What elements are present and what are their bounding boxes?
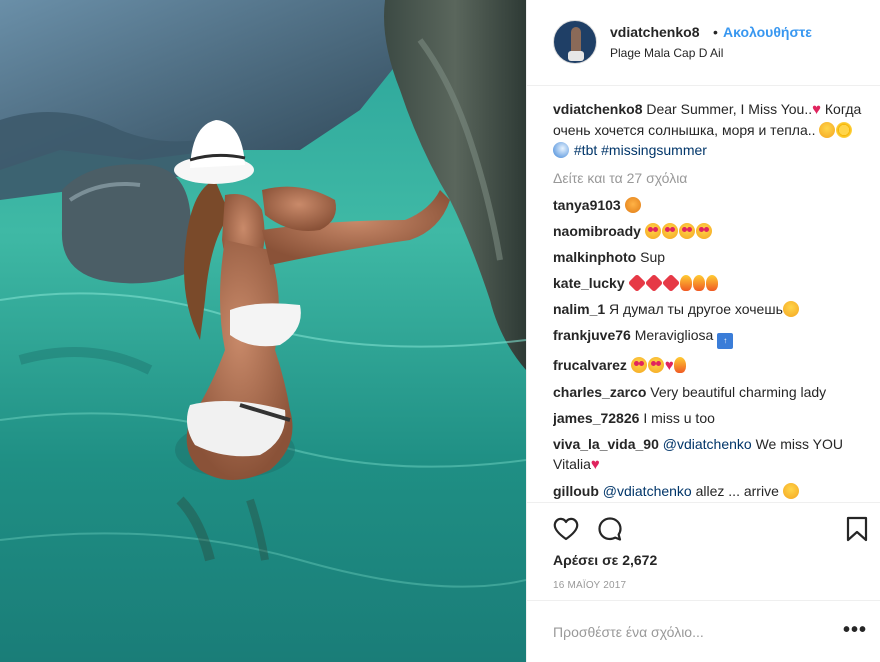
comment-item: gilloub @vdiatchenko allez ... arrive [553, 481, 863, 501]
more-options-icon[interactable]: ••• [843, 619, 867, 642]
comment-item: frucalvarez ♥ [553, 355, 863, 376]
post-date[interactable]: 16 ΜΑΪΟΥ 2017 [553, 580, 626, 591]
heart-eyes-emoji-icon [678, 223, 695, 239]
heart-eyes-emoji-icon [695, 223, 712, 239]
comment-item: kate_lucky [553, 273, 863, 293]
comment-text: Very beautiful charming lady [650, 384, 827, 400]
post-header: vdiatchenko8 • Ακολουθήστε Plage Mala Ca… [527, 0, 880, 86]
photo-image [0, 0, 526, 662]
grinning-sweat-face-emoji-icon [782, 483, 799, 499]
comment-item: nalim_1 Я думал ты другое хочешь [553, 299, 863, 319]
comment-text: Meravigliosa [634, 327, 714, 343]
likes-count[interactable]: Αρέσει σε 2,672 [553, 552, 657, 568]
pensive-face-emoji-icon [819, 122, 836, 138]
comment-item: tanya9103 [553, 195, 863, 215]
caption-hashtags[interactable]: #tbt #missingsummer [574, 142, 707, 158]
comment-username[interactable]: malkinphoto [553, 249, 636, 265]
comment-mention[interactable]: @vdiatchenko [603, 483, 692, 499]
follow-button[interactable]: Ακολουθήστε [723, 24, 812, 40]
top-arrow-emoji-icon: ↑ [717, 333, 734, 349]
fire-emoji-icon [679, 275, 692, 291]
anger-symbol-emoji-icon [627, 273, 646, 293]
fire-emoji-icon [705, 275, 718, 291]
comment-text: Я думал ты другое хочешь [609, 301, 783, 317]
comment-username[interactable]: frankjuve76 [553, 327, 631, 343]
heart-eyes-emoji-icon [661, 223, 678, 239]
avatar-figure-lower [568, 51, 584, 61]
anger-symbol-emoji-icon [644, 273, 663, 293]
comment-item: charles_zarco Very beautiful charming la… [553, 382, 863, 402]
comment-item: viva_la_vida_90 @vdiatchenko We miss YOU… [553, 434, 863, 475]
comment-item: naomibroady [553, 221, 863, 241]
sun-emoji-icon [836, 122, 853, 138]
comment-username[interactable]: gilloub [553, 483, 599, 499]
comment-username[interactable]: frucalvarez [553, 357, 627, 373]
heart-emoji-icon: ♥ [590, 456, 600, 473]
unamused-face-emoji-icon [782, 301, 799, 317]
bookmark-icon[interactable] [845, 515, 869, 543]
header-username[interactable]: vdiatchenko8 [610, 24, 699, 40]
heart-eyes-emoji-icon [630, 357, 647, 373]
comment-username[interactable]: tanya9103 [553, 197, 621, 213]
post-photo[interactable] [0, 0, 526, 662]
post-caption: vdiatchenko8 Dear Summer, I Miss You..♥ … [553, 99, 863, 160]
comment-username[interactable]: viva_la_vida_90 [553, 436, 659, 452]
wave-emoji-icon [553, 142, 569, 158]
cat-face-emoji-icon [624, 197, 641, 213]
anger-symbol-emoji-icon [661, 273, 680, 293]
comment-username[interactable]: naomibroady [553, 223, 641, 239]
comment-mention[interactable]: @vdiatchenko [663, 436, 752, 452]
heart-emoji-icon: ♥ [812, 101, 822, 118]
comment-username[interactable]: kate_lucky [553, 275, 625, 291]
comment-username[interactable]: james_72826 [553, 410, 639, 426]
view-all-comments-link[interactable]: Δείτε και τα 27 σχόλια [553, 168, 863, 188]
heart-icon[interactable] [552, 515, 580, 543]
location-link[interactable]: Plage Mala Cap D Ail [610, 46, 723, 60]
broken-heart-emoji-icon: ♥ [664, 357, 674, 374]
add-comment-input[interactable] [553, 620, 823, 644]
comment-text: I miss u too [643, 410, 715, 426]
comment-username[interactable]: charles_zarco [553, 384, 646, 400]
caption-username[interactable]: vdiatchenko8 [553, 101, 642, 117]
caption-text-line1: Dear Summer, I Miss You.. [646, 101, 813, 117]
heart-eyes-emoji-icon [644, 223, 661, 239]
post-actions: Αρέσει σε 2,672 16 ΜΑΪΟΥ 2017 [527, 502, 880, 598]
fire-emoji-icon [692, 275, 705, 291]
add-comment-bar: ••• [527, 600, 880, 662]
header-separator: • [713, 24, 718, 40]
comment-item: james_72826 I miss u too [553, 408, 863, 428]
heart-eyes-emoji-icon [647, 357, 664, 373]
avatar[interactable] [553, 20, 597, 64]
comment-item: malkinphoto Sup [553, 247, 863, 267]
comment-icon[interactable] [596, 515, 624, 543]
comment-text: allez ... arrive [695, 483, 779, 499]
comment-text: Sup [640, 249, 666, 265]
fire-emoji-icon [673, 357, 686, 373]
post-sidebar: vdiatchenko8 • Ακολουθήστε Plage Mala Ca… [526, 0, 880, 662]
comments-list[interactable]: vdiatchenko8 Dear Summer, I Miss You..♥ … [553, 99, 863, 501]
comment-username[interactable]: nalim_1 [553, 301, 605, 317]
comment-item: frankjuve76 Meravigliosa ↑ [553, 325, 863, 349]
